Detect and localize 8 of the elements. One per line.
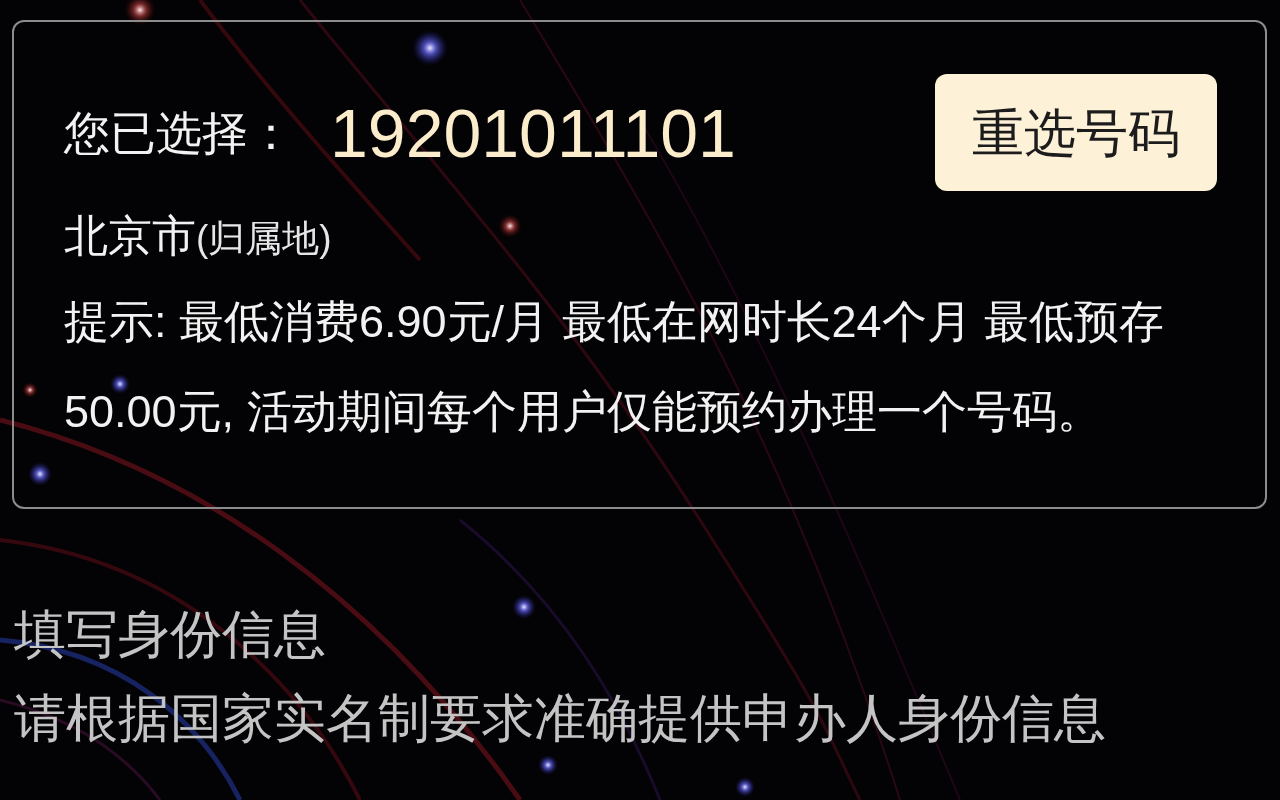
notice-text: 提示: 最低消费6.90元/月 最低在网时长24个月 最低预存50.00元, 活动期间每个用户仅能预约办理一个号码。 [64,295,1166,439]
section-description: 请根据国家实名制要求准确提供申办人身份信息 [14,688,1106,749]
phone-number: 19201011101 [330,93,736,173]
reselect-number-button[interactable]: 重选号码 [935,74,1217,191]
selection-label: 您已选择： [64,105,294,161]
section-title: 填写身份信息 [14,604,326,665]
location-text: 北京市 [64,210,196,262]
location-note: (归属地) [196,217,332,261]
